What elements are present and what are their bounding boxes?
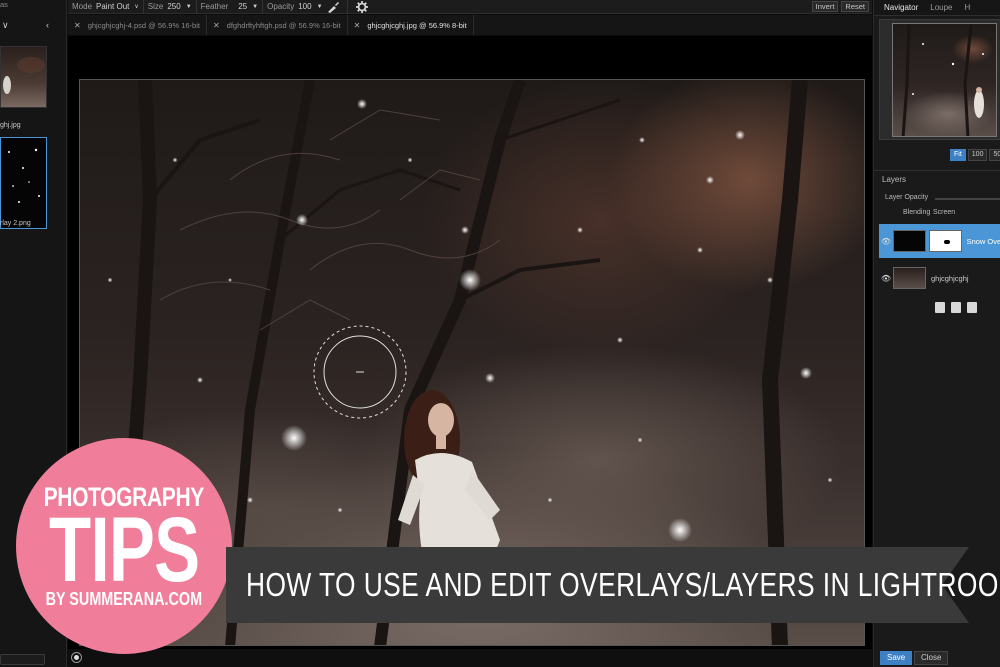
close-icon[interactable]: ✕ (354, 21, 361, 30)
tab-histogram[interactable]: H (965, 3, 983, 12)
mode-label: Mode (72, 2, 93, 11)
document-tab-label: dfghdrftyhftgh.psd @ 56.9% 16-bit (226, 20, 341, 30)
mode-select[interactable]: Mode Paint Out ∨ (68, 0, 144, 14)
brush-cursor (313, 325, 407, 419)
layer-thumbnail (892, 230, 926, 252)
save-button[interactable]: Save (880, 651, 913, 665)
mode-value: Paint Out (96, 2, 130, 11)
panel-tabs: Navigator Loupe H (874, 0, 1000, 16)
filmstrip-thumb-overlay[interactable] (0, 137, 47, 229)
chevron-left-icon[interactable]: ‹ (46, 20, 49, 30)
close-icon[interactable]: ✕ (213, 21, 220, 30)
filmstrip-thumb-name: rlay 2.png (0, 220, 31, 227)
tab-navigator[interactable]: Navigator (874, 3, 930, 12)
thumb-snow-art (8, 148, 40, 203)
layer-opacity-label: Layer Opacity (885, 194, 929, 201)
document-tab-label: ghjcghjcghj-4.psd @ 56.9% 16-bit (87, 20, 200, 30)
banner-title: HOW TO USE AND EDIT OVERLAYS/LAYERS IN L… (246, 566, 1000, 603)
feather-label: Feather (200, 2, 229, 11)
eye-icon[interactable]: 👁 (879, 237, 893, 246)
opacity-value: 100 (298, 2, 312, 11)
duplicate-layer-icon[interactable] (935, 302, 945, 313)
document-tabs: ✕ ghjcghjcghj-4.psd @ 56.9% 16-bit ✕ dfg… (68, 15, 872, 35)
record-toggle-icon[interactable] (71, 652, 82, 663)
document-tab-label: ghjcghjcghj.jpg @ 56.9% 8-bit (367, 20, 467, 30)
size-value: 250 (167, 2, 181, 11)
gear-icon[interactable] (355, 0, 369, 13)
opacity-label: Opacity (267, 2, 295, 11)
close-icon[interactable]: ✕ (74, 21, 81, 30)
zoom-50-button[interactable]: 50 (989, 149, 1000, 161)
brush-icon[interactable] (326, 1, 340, 13)
document-tab-active[interactable]: ✕ ghjcghjcghj.jpg @ 56.9% 8-bit (348, 15, 474, 35)
close-button[interactable]: Close (914, 651, 949, 665)
toolbar-actions: Invert Reset (811, 1, 872, 12)
layer-row-selected[interactable]: 👁 Snow Ove (879, 224, 1000, 258)
layer-actions (935, 302, 977, 313)
filmstrip-thumb-name: ghj.jpg (0, 122, 21, 129)
tab-loupe[interactable]: Loupe (930, 3, 964, 12)
layers-header: Layers (874, 170, 1000, 187)
zoom-100-button[interactable]: 100 (967, 149, 988, 161)
merge-layer-icon[interactable] (967, 302, 977, 313)
layer-name: ghjcghjcghj (931, 273, 969, 283)
chevron-down-icon: ∨ (134, 4, 139, 10)
options-toolbar: Mode Paint Out ∨ Size 250 ▼ Feather 25 ▼… (68, 0, 872, 14)
layer-mask-thumbnail[interactable] (928, 230, 962, 252)
new-layer-icon[interactable] (951, 302, 961, 313)
thin-branches (159, 109, 501, 331)
photography-tips-badge: PHOTOGRAPHY TIPS BY SUMMERANA.COM (16, 438, 232, 654)
navigator-preview[interactable] (879, 19, 1000, 140)
blending-label: Blending (903, 209, 931, 216)
navigator-thumbnail (892, 23, 997, 137)
size-label: Size (147, 2, 164, 11)
navigator-thumb-art (901, 24, 984, 136)
reset-button[interactable]: Reset (841, 1, 869, 12)
filmstrip-header: as (0, 0, 8, 9)
document-tab[interactable]: ✕ ghjcghjcghj-4.psd @ 56.9% 16-bit (68, 15, 207, 35)
blending-mode-value[interactable]: Screen (933, 209, 955, 216)
caret-down-icon: ▼ (185, 3, 192, 10)
layer-row[interactable]: 👁 ghjcghjcghj (879, 261, 1000, 295)
layer-thumbnail (893, 267, 926, 289)
zoom-buttons: Fit 100 50 (950, 149, 1000, 161)
filmstrip-thumb-photo[interactable] (0, 46, 47, 108)
eye-icon[interactable]: 👁 (879, 274, 893, 283)
caret-down-icon: ▼ (316, 3, 323, 10)
feather-select[interactable]: Feather 25 ▼ (197, 0, 264, 14)
feather-value: 25 (238, 2, 248, 11)
document-tab[interactable]: ✕ dfghdrftyhftgh.psd @ 56.9% 16-bit (207, 15, 348, 35)
canvas-status-bar (68, 649, 872, 667)
invert-button[interactable]: Invert (811, 1, 839, 12)
layer-name: Snow Ove (966, 236, 1000, 246)
filmstrip-slider[interactable] (0, 654, 45, 665)
opacity-select[interactable]: Opacity 100 ▼ (263, 0, 348, 14)
badge-big-text: TIPS (48, 499, 200, 601)
badge-byline: BY SUMMERANA.COM (45, 589, 203, 609)
settings-group (348, 0, 376, 14)
layer-opacity-slider[interactable] (935, 198, 1000, 200)
thumb-photo-art (3, 57, 45, 94)
zoom-fit-button[interactable]: Fit (950, 149, 966, 161)
caret-down-icon: ▼ (252, 3, 259, 10)
chevron-down-icon[interactable]: ∨ (2, 20, 9, 31)
size-select[interactable]: Size 250 ▼ (144, 0, 197, 14)
